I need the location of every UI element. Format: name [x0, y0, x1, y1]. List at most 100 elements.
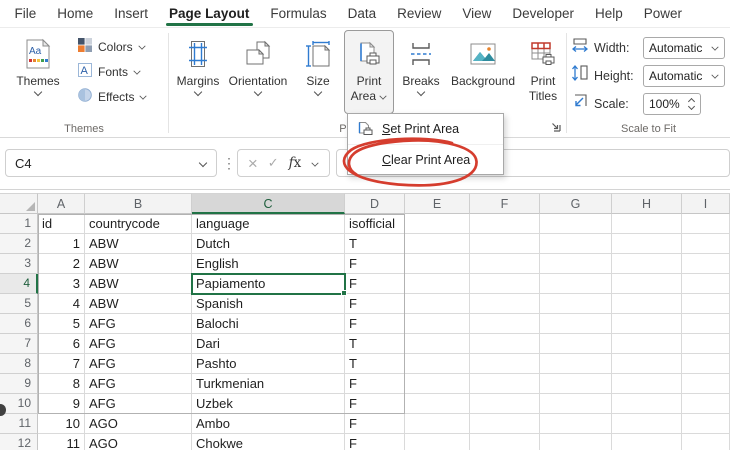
cell-F5[interactable] — [470, 294, 540, 314]
cell-E12[interactable] — [405, 434, 470, 450]
cell-A11[interactable]: 10 — [38, 414, 85, 434]
cell-B12[interactable]: AGO — [85, 434, 192, 450]
cell-I5[interactable] — [682, 294, 730, 314]
column-header-E[interactable]: E — [405, 193, 470, 214]
row-header-1[interactable]: 1 — [0, 214, 38, 234]
ribbon-tab-home[interactable]: Home — [47, 0, 104, 28]
page-setup-dialog-launcher[interactable] — [549, 120, 563, 134]
cell-C8[interactable]: Pashto — [192, 354, 345, 374]
cell-F10[interactable] — [470, 394, 540, 414]
margins-button[interactable]: Margins — [172, 30, 224, 114]
cell-I2[interactable] — [682, 234, 730, 254]
height-select[interactable]: Automatic — [643, 65, 725, 87]
row-header-9[interactable]: 9 — [0, 374, 38, 394]
column-header-G[interactable]: G — [540, 193, 612, 214]
ribbon-tab-formulas[interactable]: Formulas — [260, 0, 337, 28]
cell-D3[interactable]: F — [345, 254, 405, 274]
menu-item-clear-print-area[interactable]: Clear Print Area — [348, 144, 503, 174]
cell-D6[interactable]: F — [345, 314, 405, 334]
cell-E2[interactable] — [405, 234, 470, 254]
cell-E5[interactable] — [405, 294, 470, 314]
cell-G4[interactable] — [540, 274, 612, 294]
themes-button[interactable]: Aa Themes — [10, 30, 66, 114]
row-header-5[interactable]: 5 — [0, 294, 38, 314]
ribbon-tab-file[interactable]: File — [4, 0, 47, 28]
name-box[interactable]: C4 — [5, 149, 217, 177]
cell-E9[interactable] — [405, 374, 470, 394]
cell-G9[interactable] — [540, 374, 612, 394]
cell-G1[interactable] — [540, 214, 612, 234]
cell-H1[interactable] — [612, 214, 682, 234]
cancel-icon[interactable]: × — [248, 155, 258, 172]
spinner-arrows[interactable] — [689, 99, 695, 108]
cell-A9[interactable]: 8 — [38, 374, 85, 394]
cell-B8[interactable]: AFG — [85, 354, 192, 374]
cell-C9[interactable]: Turkmenian — [192, 374, 345, 394]
cell-A3[interactable]: 2 — [38, 254, 85, 274]
cell-H5[interactable] — [612, 294, 682, 314]
cell-F1[interactable] — [470, 214, 540, 234]
theme-effects-button[interactable]: Effects — [74, 84, 150, 109]
cell-D5[interactable]: F — [345, 294, 405, 314]
ribbon-tab-data[interactable]: Data — [337, 0, 387, 28]
row-header-11[interactable]: 11 — [0, 414, 38, 434]
cell-B3[interactable]: ABW — [85, 254, 192, 274]
cell-D10[interactable]: F — [345, 394, 405, 414]
cell-F12[interactable] — [470, 434, 540, 450]
cell-B6[interactable]: AFG — [85, 314, 192, 334]
cell-H9[interactable] — [612, 374, 682, 394]
cell-D1[interactable]: isofficial — [345, 214, 405, 234]
column-header-D[interactable]: D — [345, 193, 405, 214]
scale-input[interactable]: 100% — [643, 93, 701, 115]
column-header-C[interactable]: C — [192, 193, 345, 214]
cell-E3[interactable] — [405, 254, 470, 274]
cell-D12[interactable]: F — [345, 434, 405, 450]
cell-E10[interactable] — [405, 394, 470, 414]
cell-H10[interactable] — [612, 394, 682, 414]
theme-fonts-button[interactable]: A Fonts — [74, 59, 150, 84]
cell-C12[interactable]: Chokwe — [192, 434, 345, 450]
column-header-B[interactable]: B — [85, 193, 192, 214]
cell-G11[interactable] — [540, 414, 612, 434]
cell-E6[interactable] — [405, 314, 470, 334]
theme-colors-button[interactable]: Colors — [74, 34, 150, 59]
cell-F2[interactable] — [470, 234, 540, 254]
row-header-12[interactable]: 12 — [0, 434, 38, 450]
cell-B1[interactable]: countrycode — [85, 214, 192, 234]
cell-B10[interactable]: AFG — [85, 394, 192, 414]
ribbon-tab-developer[interactable]: Developer — [502, 0, 585, 28]
background-button[interactable]: Background — [446, 30, 520, 114]
cell-B5[interactable]: ABW — [85, 294, 192, 314]
cell-G7[interactable] — [540, 334, 612, 354]
cell-C5[interactable]: Spanish — [192, 294, 345, 314]
cell-C6[interactable]: Balochi — [192, 314, 345, 334]
cell-I3[interactable] — [682, 254, 730, 274]
cell-G5[interactable] — [540, 294, 612, 314]
cell-E1[interactable] — [405, 214, 470, 234]
cell-B2[interactable]: ABW — [85, 234, 192, 254]
cell-B11[interactable]: AGO — [85, 414, 192, 434]
cell-F7[interactable] — [470, 334, 540, 354]
print-titles-button[interactable]: Print Titles — [520, 30, 566, 114]
cell-G6[interactable] — [540, 314, 612, 334]
row-header-3[interactable]: 3 — [0, 254, 38, 274]
cell-H8[interactable] — [612, 354, 682, 374]
cell-E7[interactable] — [405, 334, 470, 354]
cell-A5[interactable]: 4 — [38, 294, 85, 314]
cell-A10[interactable]: 9 — [38, 394, 85, 414]
cell-D11[interactable]: F — [345, 414, 405, 434]
cell-I11[interactable] — [682, 414, 730, 434]
ribbon-tab-page-layout[interactable]: Page Layout — [159, 0, 260, 28]
cell-A7[interactable]: 6 — [38, 334, 85, 354]
cell-F3[interactable] — [470, 254, 540, 274]
cell-G2[interactable] — [540, 234, 612, 254]
cell-E8[interactable] — [405, 354, 470, 374]
cell-C2[interactable]: Dutch — [192, 234, 345, 254]
cell-C3[interactable]: English — [192, 254, 345, 274]
column-header-A[interactable]: A — [38, 193, 85, 214]
formula-bar-grip[interactable]: ⋮ — [222, 155, 236, 172]
column-header-H[interactable]: H — [612, 193, 682, 214]
cell-G12[interactable] — [540, 434, 612, 450]
row-header-4[interactable]: 4 — [0, 274, 38, 294]
cell-I10[interactable] — [682, 394, 730, 414]
